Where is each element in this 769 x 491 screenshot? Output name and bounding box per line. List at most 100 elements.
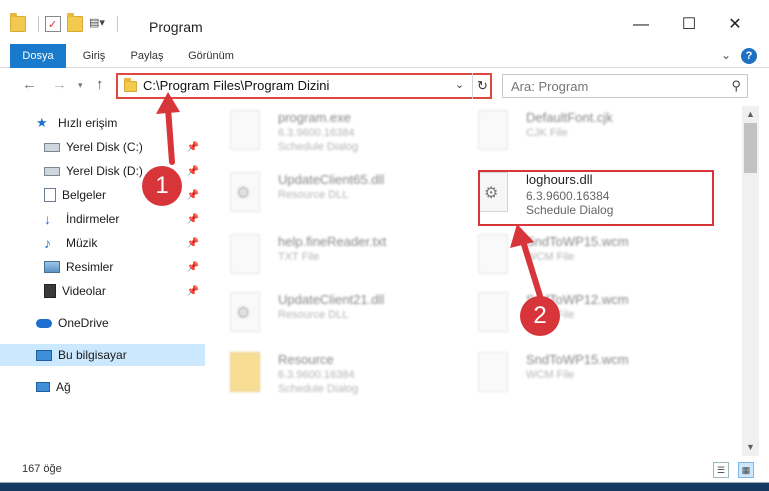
- search-input[interactable]: [511, 77, 711, 95]
- tiles-view-icon[interactable]: ▦: [738, 462, 754, 478]
- sidebar-item-label: Ağ: [56, 380, 71, 394]
- forward-arrow-icon[interactable]: →: [52, 76, 67, 93]
- folder-icon: [124, 78, 137, 92]
- sidebar-item-label: OneDrive: [58, 316, 109, 330]
- search-icon[interactable]: ⚲: [731, 78, 741, 94]
- status-bar: 167 öğe ☰ ▦: [0, 458, 769, 482]
- navigation-bar: ← → ▾ ↑ C:\Program Files\Program Dizini …: [0, 68, 769, 104]
- file-name: DefaultFont.cjk: [526, 110, 613, 125]
- title-bar: ✓ ▤▾ Program — ☐ ✕: [0, 0, 769, 44]
- highlight-box: [478, 170, 714, 226]
- music-icon: ♪: [44, 235, 51, 251]
- file-list: program.exe 6.3.9600.16384 Schedule Dial…: [208, 106, 740, 456]
- scroll-down-icon[interactable]: ▼: [742, 439, 759, 456]
- pin-icon[interactable]: 📌: [187, 214, 199, 225]
- sidebar-item-videos[interactable]: Videolar 📌: [0, 280, 205, 302]
- drive-icon: [44, 142, 60, 152]
- sidebar-item-label: Belgeler: [62, 188, 107, 202]
- sidebar-item-pictures[interactable]: Resimler 📌: [0, 256, 205, 278]
- tab-paylas[interactable]: Paylaş: [122, 44, 172, 68]
- file-item[interactable]: SndToWP12.wcm WCM File: [456, 288, 696, 344]
- close-button[interactable]: ✕: [720, 14, 750, 36]
- sidebar-item-quick-access[interactable]: ★ Hızlı erişim: [0, 112, 205, 134]
- new-folder-icon[interactable]: [67, 13, 83, 32]
- separator: [38, 16, 39, 32]
- file-item[interactable]: SndToWP15.wcm WCM File: [456, 230, 696, 286]
- folder-icon: [10, 13, 26, 32]
- exe-file-icon: [230, 110, 260, 150]
- step-1-badge: 1: [142, 166, 182, 206]
- file-item[interactable]: UpdateClient65.dll Resource DLL: [208, 168, 448, 224]
- item-count: 167 öğe: [22, 463, 62, 475]
- sidebar-item-label: Yerel Disk (D:): [66, 164, 143, 178]
- sidebar-item-downloads[interactable]: ↓ İndirmeler 📌: [0, 208, 205, 230]
- file-icon: [478, 352, 508, 392]
- file-item[interactable]: DefaultFont.cjk CJK File: [456, 106, 696, 162]
- separator: [117, 16, 118, 32]
- minimize-button[interactable]: —: [626, 14, 656, 36]
- dll-file-icon: [230, 292, 260, 332]
- network-icon: [36, 382, 50, 392]
- pin-icon[interactable]: 📌: [187, 166, 199, 177]
- sidebar-item-disk-c[interactable]: Yerel Disk (C:) 📌: [0, 136, 205, 158]
- videos-icon: [44, 284, 56, 298]
- tab-giris[interactable]: Giriş: [72, 44, 116, 68]
- file-detail: Schedule Dialog: [278, 383, 359, 395]
- file-name: help.fineReader.txt: [278, 234, 387, 249]
- file-name: program.exe: [278, 110, 351, 125]
- file-detail: Resource DLL: [278, 309, 349, 321]
- file-detail: Schedule Dialog: [278, 141, 359, 153]
- tab-gorunum[interactable]: Görünüm: [180, 44, 242, 68]
- scroll-thumb[interactable]: [744, 123, 757, 173]
- file-item[interactable]: UpdateClient21.dll Resource DLL: [208, 288, 448, 344]
- file-item[interactable]: SndToWP15.wcm WCM File: [456, 348, 696, 404]
- explorer-window: ✓ ▤▾ Program — ☐ ✕ Dosya Giriş Paylaş Gö…: [0, 0, 769, 483]
- search-box[interactable]: ⚲: [502, 74, 748, 98]
- file-item[interactable]: program.exe 6.3.9600.16384 Schedule Dial…: [208, 106, 448, 162]
- file-name: SndToWP15.wcm: [526, 234, 629, 249]
- file-detail: 6.3.9600.16384: [278, 127, 355, 139]
- file-detail: WCM File: [526, 251, 575, 263]
- file-item[interactable]: help.fineReader.txt TXT File: [208, 230, 448, 286]
- file-icon: [230, 234, 260, 274]
- pin-icon[interactable]: 📌: [187, 286, 199, 297]
- file-item[interactable]: Resource 6.3.9600.16384 Schedule Dialog: [208, 348, 448, 404]
- file-detail: Resource DLL: [278, 189, 349, 201]
- refresh-icon[interactable]: ↻: [472, 73, 492, 99]
- maximize-button[interactable]: ☐: [674, 14, 704, 36]
- file-icon: [478, 110, 508, 150]
- address-path[interactable]: C:\Program Files\Program Dizini: [143, 78, 329, 93]
- back-arrow-icon[interactable]: ←: [22, 76, 37, 93]
- window-title: Program: [149, 19, 203, 35]
- sidebar-item-onedrive[interactable]: OneDrive: [0, 312, 205, 334]
- pin-icon[interactable]: 📌: [187, 262, 199, 273]
- chevron-down-icon[interactable]: ⌄: [455, 78, 464, 91]
- pin-icon[interactable]: 📌: [187, 238, 199, 249]
- customize-icon[interactable]: ▤▾: [89, 16, 105, 32]
- sidebar-item-this-pc[interactable]: Bu bilgisayar: [0, 344, 205, 366]
- file-name: UpdateClient21.dll: [278, 292, 385, 307]
- properties-icon[interactable]: ✓: [45, 16, 61, 32]
- pictures-icon: [44, 261, 60, 273]
- up-arrow-icon[interactable]: ↑: [96, 76, 104, 93]
- sidebar-item-network[interactable]: Ağ: [0, 376, 205, 398]
- recent-dropdown-icon[interactable]: ▾: [78, 80, 83, 91]
- help-icon[interactable]: ?: [741, 48, 757, 64]
- pin-icon[interactable]: 📌: [187, 190, 199, 201]
- tab-dosya[interactable]: Dosya: [10, 44, 66, 68]
- sidebar-item-label: Hızlı erişim: [58, 116, 118, 130]
- sidebar-item-label: Videolar: [62, 284, 106, 298]
- ribbon-expand-icon[interactable]: ⌄: [721, 48, 731, 62]
- details-view-icon[interactable]: ☰: [713, 462, 729, 478]
- pin-icon[interactable]: 📌: [187, 142, 199, 153]
- vertical-scrollbar[interactable]: ▲ ▼: [742, 106, 759, 456]
- file-name: SndToWP15.wcm: [526, 352, 629, 367]
- sidebar-item-music[interactable]: ♪ Müzik 📌: [0, 232, 205, 254]
- sidebar-item-label: Müzik: [66, 236, 98, 250]
- sidebar-item-label: Yerel Disk (C:): [66, 140, 143, 154]
- address-bar[interactable]: C:\Program Files\Program Dizini ⌄ ↻: [116, 73, 492, 99]
- file-icon: [478, 234, 508, 274]
- scroll-up-icon[interactable]: ▲: [742, 106, 759, 123]
- quick-access-toolbar: ✓ ▤▾: [10, 13, 124, 34]
- file-detail: TXT File: [278, 251, 320, 263]
